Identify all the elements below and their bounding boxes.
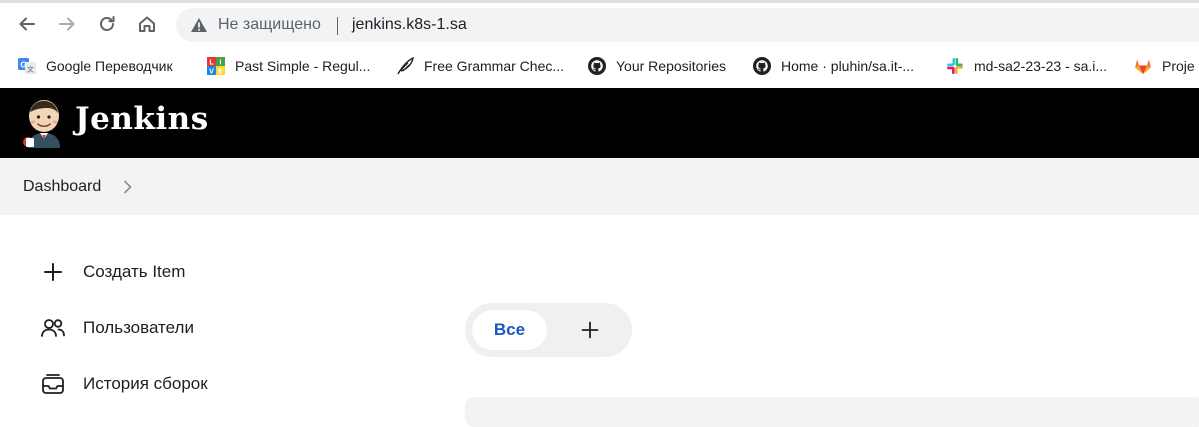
security-status[interactable]: Не защищено [218, 16, 321, 34]
svg-text:文: 文 [27, 65, 34, 74]
svg-text:I: I [220, 60, 222, 67]
home-button[interactable] [133, 10, 161, 38]
bookmark-md-sa2[interactable]: md-sa2-23-23 - sa.i... [946, 55, 1107, 77]
chevron-right-icon[interactable] [121, 179, 135, 195]
warning-icon [191, 18, 207, 32]
sidebar-item-users[interactable]: Пользователи [40, 314, 194, 342]
jobs-table-container [465, 397, 1199, 427]
bookmark-label: Free Grammar Chec... [424, 58, 565, 74]
sidebar-item-label: Создать Item [83, 262, 186, 281]
back-button[interactable] [13, 10, 41, 38]
inbox-icon [40, 371, 66, 397]
bookmark-grammar-checker[interactable]: Free Grammar Chec... [396, 55, 564, 77]
bookmark-projects[interactable]: Proje [1134, 55, 1195, 77]
bookmark-label: Your Repositories [616, 58, 726, 74]
breadcrumb: Dashboard [0, 158, 1199, 215]
feather-icon [397, 57, 414, 75]
github-icon [753, 57, 771, 75]
github-icon [588, 57, 606, 75]
reload-button[interactable] [93, 10, 121, 38]
view-tabs: Все [465, 303, 632, 357]
bookmarks-bar: G文 Google Переводчик LIVE Past Simple - … [0, 47, 1199, 84]
bookmark-label: Proje [1162, 58, 1195, 74]
plus-icon [581, 321, 599, 339]
sidebar-item-build-history[interactable]: История сборок [40, 370, 208, 398]
sidebar-item-label: История сборок [83, 374, 208, 393]
bookmark-label: md-sa2-23-23 - sa.i... [974, 58, 1108, 74]
breadcrumb-dashboard[interactable]: Dashboard [23, 178, 101, 196]
bookmark-your-repositories[interactable]: Your Repositories [588, 55, 726, 77]
sidebar-item-new-item[interactable]: Создать Item [40, 258, 185, 286]
svg-text:L: L [209, 60, 214, 67]
home-icon [139, 16, 155, 32]
gitlab-icon [1135, 59, 1151, 74]
svg-text:E: E [218, 69, 223, 76]
arrow-right-icon [59, 17, 75, 31]
reload-icon [100, 16, 115, 31]
slack-icon [947, 58, 963, 74]
live-icon: L IV E [207, 57, 225, 75]
forward-button[interactable] [53, 10, 81, 38]
users-icon [40, 315, 66, 341]
address-bar[interactable]: Не защищено jenkins.k8s-1.sa [176, 8, 1199, 42]
url-text[interactable]: jenkins.k8s-1.sa [352, 16, 467, 34]
svg-text:V: V [209, 69, 214, 76]
bookmark-label: Home · pluhin/sa.it-... [781, 58, 915, 74]
plus-icon [40, 259, 66, 285]
omnibox-divider [337, 17, 338, 35]
jenkins-title[interactable]: Jenkins [75, 101, 209, 137]
browser-toolbar: Не защищено jenkins.k8s-1.sa [0, 3, 1199, 47]
bookmark-home-pluhin[interactable]: Home · pluhin/sa.it-... [753, 55, 914, 77]
jenkins-logo-icon[interactable] [22, 98, 66, 148]
add-view-button[interactable] [570, 315, 610, 345]
google-translate-icon: G文 [18, 58, 36, 74]
bookmark-label: Google Переводчик [46, 58, 173, 74]
bookmark-google-translate[interactable]: G文 Google Переводчик [18, 55, 173, 77]
tab-all[interactable]: Все [472, 310, 547, 350]
svg-text:G: G [20, 61, 26, 70]
bookmark-label: Past Simple - Regul... [235, 58, 371, 74]
jenkins-header: Jenkins [0, 88, 1199, 158]
bookmark-past-simple[interactable]: LIVE Past Simple - Regul... [207, 55, 370, 77]
sidebar-item-label: Пользователи [83, 318, 194, 337]
arrow-left-icon [19, 17, 35, 31]
